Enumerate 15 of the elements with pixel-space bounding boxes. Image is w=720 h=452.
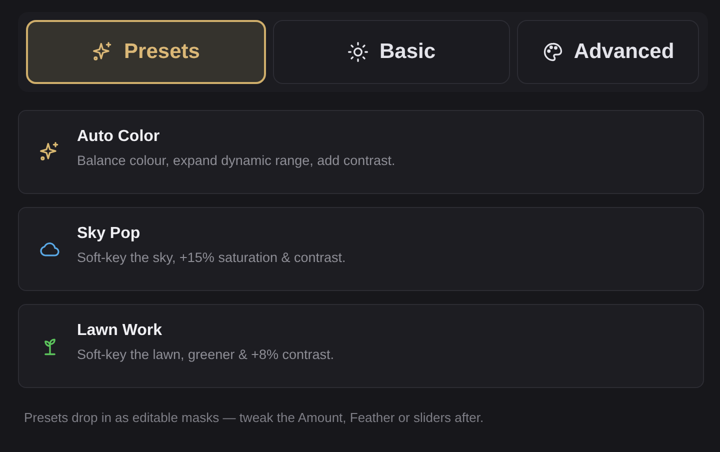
preset-card[interactable]: Auto Color Balance colour, expand dynamic range, add contrast. [18, 110, 704, 194]
tab[interactable]: Advanced [517, 20, 699, 84]
preset-card[interactable]: Lawn Work Soft-key the lawn, greener & +8% contrast. [18, 304, 704, 388]
preset-description: Soft-key the sky, +15% saturation & contrast. [77, 250, 346, 265]
palette-icon [542, 41, 564, 63]
footer-note: Presets drop in as editable masks — tweak the Amount, Feather or sliders after. [24, 410, 485, 425]
preset-description: Balance colour, expand dynamic range, add contrast. [77, 153, 396, 168]
tab[interactable]: Basic [273, 20, 510, 84]
preset-title: Sky Pop [77, 225, 142, 243]
preset-title: Auto Color [77, 128, 161, 146]
tab[interactable]: Presets [26, 20, 266, 84]
sun-icon [347, 41, 370, 63]
preset-description: Soft-key the lawn, greener & +8% contrast. [77, 347, 334, 362]
preset-title: Lawn Work [77, 322, 164, 340]
preset-card[interactable]: Sky Pop Soft-key the sky, +15% saturation & contrast. [18, 207, 704, 291]
